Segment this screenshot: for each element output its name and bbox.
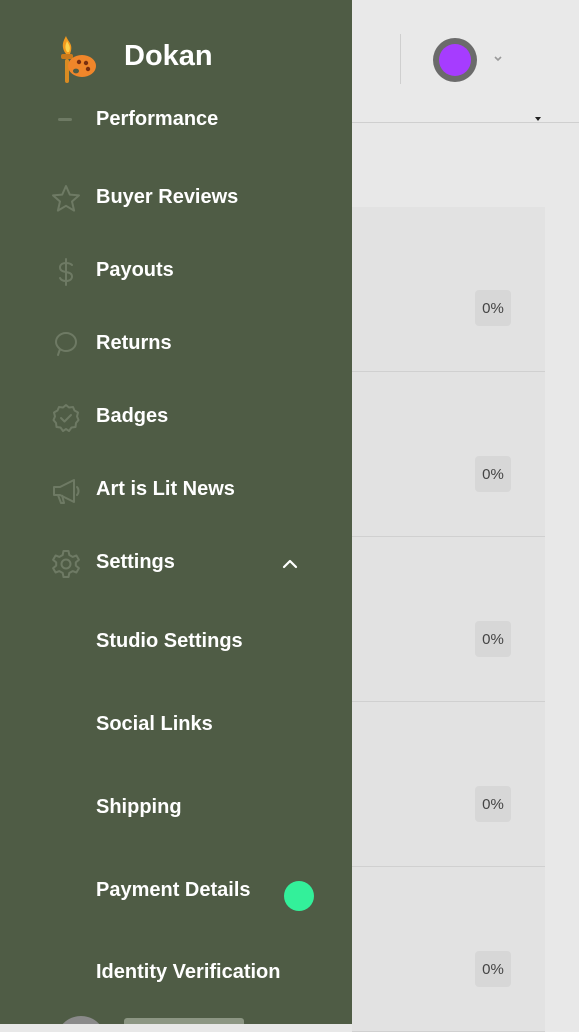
progress-card[interactable]: 0%	[352, 867, 545, 1032]
caret-down-icon[interactable]	[533, 114, 543, 124]
gear-icon	[52, 550, 80, 578]
avatar-image	[439, 44, 471, 76]
header-divider	[400, 34, 401, 84]
submenu-item-social-links[interactable]: Social Links	[0, 695, 352, 755]
percent-badge: 0%	[475, 290, 511, 326]
submenu-item-studio-settings[interactable]: Studio Settings	[0, 612, 352, 672]
submenu-item-label: Studio Settings	[96, 630, 243, 652]
menu-item-badges[interactable]: Badges	[0, 387, 352, 447]
menu-item-returns[interactable]: Returns	[0, 314, 352, 374]
chart-icon	[58, 118, 72, 121]
star-icon	[52, 185, 80, 212]
progress-card[interactable]: 0%	[352, 372, 545, 537]
return-icon	[55, 332, 77, 356]
brand-name[interactable]: Dokan	[124, 40, 213, 73]
submenu-item-label: Shipping	[96, 796, 182, 818]
profile-name-placeholder	[124, 1018, 244, 1024]
progress-card[interactable]: 0%	[352, 702, 545, 867]
submenu-item-label: Social Links	[96, 713, 213, 735]
chevron-up-icon[interactable]	[280, 554, 300, 574]
progress-card[interactable]: 0%	[352, 537, 545, 702]
menu-item-label: Art is Lit News	[96, 478, 235, 500]
menu-item-art-is-lit-news[interactable]: Art is Lit News	[0, 460, 352, 520]
menu-item-label: Returns	[96, 332, 172, 354]
notification-dot	[284, 881, 314, 911]
menu-item-label: Payouts	[96, 259, 174, 281]
menu-item-label: Buyer Reviews	[96, 186, 239, 208]
submenu-item-label: Payment Details	[96, 879, 251, 901]
submenu-item-payment-details[interactable]: Payment Details	[0, 861, 352, 921]
navigation-drawer: Dokan Performance Buyer Reviews Payouts …	[0, 0, 352, 1024]
submenu-item-shipping[interactable]: Shipping	[0, 778, 352, 838]
submenu-item-label: Identity Verification	[96, 961, 281, 983]
profile-avatar[interactable]	[56, 1016, 106, 1024]
percent-badge: 0%	[475, 621, 511, 657]
menu-item-settings[interactable]: Settings	[0, 533, 352, 593]
badge-icon	[52, 404, 80, 432]
percent-badge: 0%	[475, 456, 511, 492]
menu-item-payouts[interactable]: Payouts	[0, 241, 352, 301]
user-avatar[interactable]	[433, 38, 477, 82]
percent-badge: 0%	[475, 786, 511, 822]
menu-item-performance[interactable]: Performance	[96, 108, 218, 131]
submenu-item-identity-verification[interactable]: Identity Verification	[0, 943, 352, 1003]
chevron-down-icon[interactable]	[492, 52, 504, 64]
progress-card[interactable]: 0%	[352, 207, 545, 372]
torch-palette-logo-icon[interactable]	[52, 34, 98, 86]
percent-badge: 0%	[475, 951, 511, 987]
menu-item-buyer-reviews[interactable]: Buyer Reviews	[0, 168, 352, 228]
menu-item-label: Settings	[96, 551, 175, 573]
megaphone-icon	[53, 479, 80, 504]
dollar-icon	[58, 258, 74, 286]
menu-item-label: Badges	[96, 405, 169, 427]
dashboard-content: 0% 0% 0% 0% 0%	[352, 207, 545, 1032]
